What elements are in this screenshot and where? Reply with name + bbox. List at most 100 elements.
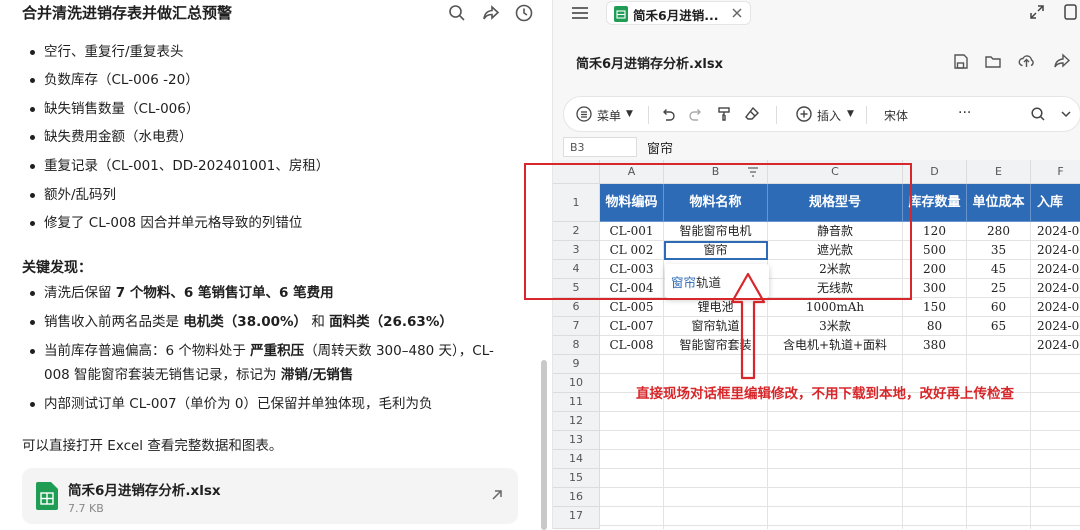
table-cell[interactable]: 280 [967,222,1031,241]
font-select[interactable]: 宋体 [884,107,908,124]
row-header[interactable]: 13 [553,431,600,450]
table-cell[interactable]: 45 [967,260,1031,279]
row-header[interactable]: 16 [553,488,600,507]
chevron-down-icon[interactable] [1058,106,1074,122]
finding-bold: 电机类（38.00%） [183,314,308,330]
menu-button[interactable]: 菜单 [597,107,621,124]
table-cell[interactable]: 2024-0 [1031,222,1080,241]
table-cell[interactable]: 150 [903,298,967,317]
finding-bold: 严重积压 [250,343,305,359]
toolbar-divider [648,106,649,124]
table-cell[interactable]: CL-008 [600,336,664,355]
finding-text: 008 智能窗帘套装无销售记录，标记为 [44,367,281,383]
table-cell[interactable] [967,336,1031,355]
menu-circle-icon[interactable] [576,106,592,122]
spreadsheet-file-icon [614,6,628,22]
search-icon[interactable] [447,3,467,23]
column-header[interactable]: D [903,160,967,184]
list-item: 重复记录（CL-001、DD-202401001、房租） [29,158,330,174]
table-cell[interactable]: 25 [967,279,1031,298]
save-icon[interactable] [953,54,968,69]
table-cell[interactable]: 35 [967,241,1031,260]
list-item: 内部测试订单 CL-007（单价为 0）已保留并单独体现，毛利为负 [30,396,433,412]
table-cell[interactable]: 200 [903,260,967,279]
row-header[interactable]: 11 [553,393,600,412]
table-cell[interactable]: 2024-0 [1031,241,1080,260]
row-header[interactable]: 6 [553,298,600,317]
table-cell[interactable]: 380 [903,336,967,355]
row-header[interactable]: 15 [553,469,600,488]
format-painter-icon[interactable] [716,106,732,122]
file-name: 简禾6月进销存分析.xlsx [68,483,221,499]
list-item: 修复了 CL-008 因合并单元格导致的列错位 [29,215,303,231]
scrollbar-thumb[interactable] [541,360,547,530]
cell-name-box[interactable]: B3 [563,137,637,157]
undo-icon[interactable] [660,106,676,122]
window-icon[interactable] [1063,3,1077,21]
plus-circle-icon[interactable] [796,106,812,122]
row-header[interactable]: 10 [553,374,600,393]
finding-text: 当前库存普遍偏高：6 个物料处于 [44,343,251,359]
row-header[interactable]: 14 [553,450,600,469]
formula-bar[interactable]: 窗帘 [647,138,673,157]
chat-header: 合并清洗进销存表并做汇总预警 [0,0,550,28]
file-attachment[interactable]: 简禾6月进销存分析.xlsx 7.7 KB [22,468,518,524]
table-cell[interactable]: 2024-0 [1031,279,1080,298]
finding-bold: 滞销/无销售 [280,367,354,383]
closing-text: 可以直接打开 Excel 查看完整数据和图表。 [22,438,283,454]
list-item: 负数库存（CL-006 -20） [30,72,199,88]
table-cell[interactable]: 120 [903,222,967,241]
tab-spreadsheet[interactable]: 简禾6月进销... [606,1,751,25]
chevron-down-icon[interactable]: ▼ [847,109,854,119]
table-cell[interactable]: 含电机+轨道+面料 [768,336,903,355]
toolbar-divider [776,106,777,124]
table-cell[interactable]: CL-007 [600,317,664,336]
table-cell[interactable]: 2024-0 [1031,260,1080,279]
upload-icon[interactable] [1018,53,1035,69]
column-header[interactable]: E [967,160,1031,184]
table-cell[interactable]: 60 [967,298,1031,317]
table-cell[interactable]: 3米款 [768,317,903,336]
insert-button[interactable]: 插入 [817,107,841,124]
finding-bold: 面料类（26.63%） [329,314,453,330]
table-cell[interactable]: 1000mAh [768,298,903,317]
table-cell[interactable]: 2024-0 [1031,336,1080,355]
row-header[interactable]: 8 [553,336,600,355]
table-cell[interactable]: CL-005 [600,298,664,317]
table-header-cell[interactable]: 入库 [1031,184,1080,222]
row-header[interactable]: 12 [553,412,600,431]
table-cell[interactable]: 80 [903,317,967,336]
folder-icon[interactable] [985,54,1001,69]
search-icon[interactable] [1030,106,1046,122]
table-header-cell[interactable]: 单位成本 [967,184,1031,222]
column-header[interactable]: F [1031,160,1080,184]
table-cell[interactable]: 2024-0 [1031,317,1080,336]
table-cell[interactable]: 65 [967,317,1031,336]
history-icon[interactable] [514,3,534,23]
row-header[interactable]: 7 [553,317,600,336]
more-icon[interactable]: ··· [958,105,971,121]
table-header-cell[interactable]: 库存数量 [903,184,967,222]
finding-text: 和 [307,314,330,330]
row-header[interactable]: 9 [553,355,600,374]
redo-icon[interactable] [688,106,704,122]
finding-bold: 7 个物料、6 笔销售订单、6 笔费用 [115,285,334,301]
list-item-continuation: 008 智能窗帘套装无销售记录，标记为 滞销/无销售 [44,365,353,385]
table-cell[interactable]: 2024-0 [1031,298,1080,317]
row-header[interactable]: 17 [553,507,600,529]
eraser-icon[interactable] [744,106,760,122]
menu-icon[interactable] [571,5,589,21]
annotation-box [524,163,912,300]
chevron-down-icon[interactable]: ▼ [626,109,633,119]
open-external-icon[interactable] [490,488,504,502]
finding-text: （周转天数 300–480 天），CL- [304,343,494,359]
list-item: 额外/乱码列 [29,187,117,203]
grid-line [1030,355,1031,529]
expand-icon[interactable] [1029,4,1045,20]
share-icon[interactable] [481,3,501,23]
close-icon[interactable] [732,8,742,18]
table-cell[interactable]: 500 [903,241,967,260]
chat-panel: 合并清洗进销存表并做汇总预警 空行、重复行/重复表头 负数库存（CL-006 -… [0,0,550,530]
share-icon[interactable] [1053,53,1070,69]
table-cell[interactable]: 300 [903,279,967,298]
